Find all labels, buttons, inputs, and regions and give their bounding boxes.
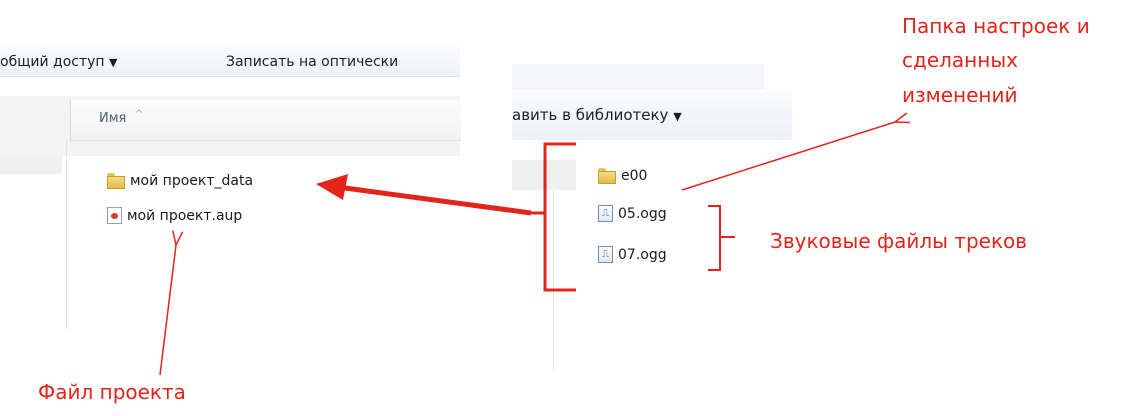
annotation-overlay: [159, 0, 1139, 376]
arrow-to-e00: [681, 122, 895, 191]
bracket-all-files: [531, 142, 576, 292]
arrow-head-project-data: [316, 174, 348, 200]
arrow-to-project-data: [344, 185, 532, 216]
bracket-audio-files: [708, 205, 735, 271]
arrow-to-aup: [159, 245, 176, 376]
